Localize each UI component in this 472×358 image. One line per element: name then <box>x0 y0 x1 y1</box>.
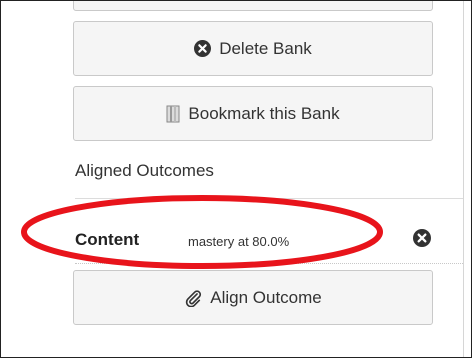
panel-divider <box>463 1 464 357</box>
row-divider <box>75 263 463 264</box>
outcome-row: Content mastery at 80.0% <box>75 224 463 260</box>
bookmark-icon <box>166 105 180 123</box>
outcome-name[interactable]: Content <box>75 230 139 250</box>
delete-bank-button[interactable]: Delete Bank <box>73 21 433 76</box>
x-circle-icon <box>194 40 212 57</box>
paperclip-icon <box>184 289 202 307</box>
top-button-partial[interactable] <box>73 1 433 11</box>
align-outcome-button[interactable]: Align Outcome <box>73 270 433 325</box>
align-outcome-label: Align Outcome <box>210 287 322 307</box>
aligned-outcomes-heading: Aligned Outcomes <box>75 161 214 180</box>
delete-bank-label: Delete Bank <box>219 38 312 58</box>
outcome-mastery: mastery at 80.0% <box>188 234 290 249</box>
section-divider <box>75 198 463 199</box>
remove-outcome-x-circle-icon[interactable] <box>413 229 431 247</box>
bookmark-bank-button[interactable]: Bookmark this Bank <box>73 86 433 141</box>
bookmark-bank-label: Bookmark this Bank <box>188 103 340 123</box>
sidebar-panel: Delete Bank Bookmark this Bank Aligned O… <box>0 0 472 358</box>
